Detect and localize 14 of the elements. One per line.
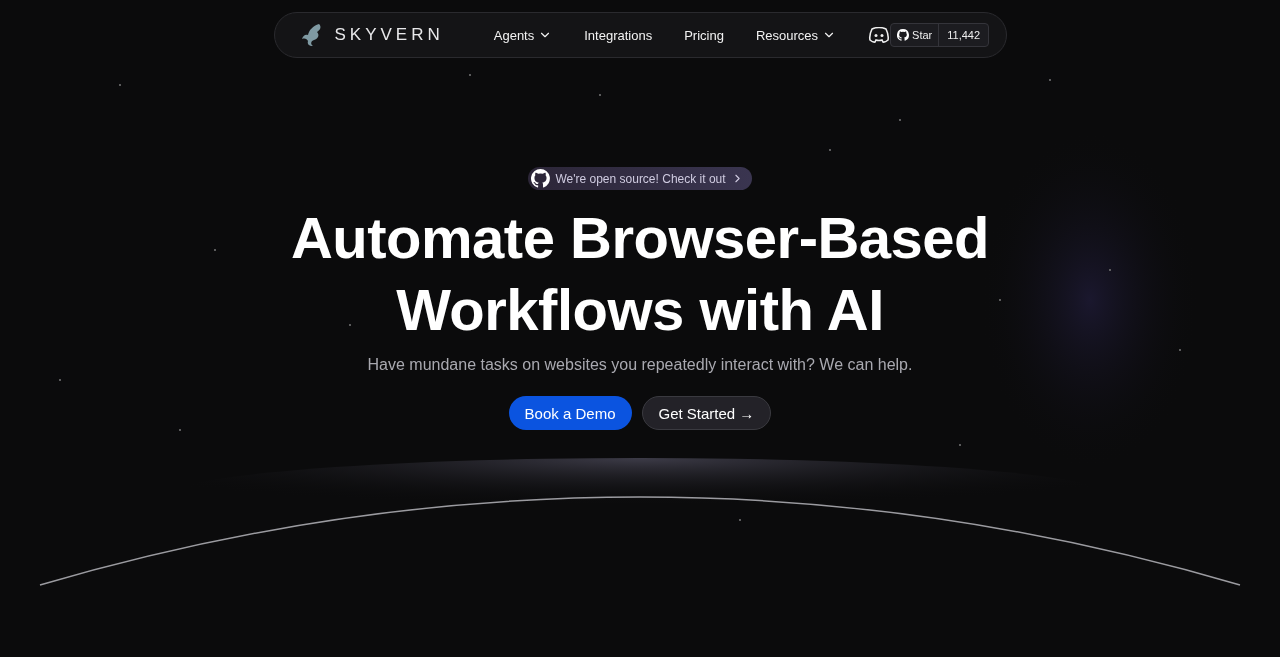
book-demo-button[interactable]: Book a Demo xyxy=(508,396,632,430)
brand-name[interactable]: SKYVERN xyxy=(334,25,444,45)
github-icon xyxy=(531,169,551,188)
nav-link[interactable]: Integrations xyxy=(584,27,653,43)
nav-link[interactable]: Agents xyxy=(493,27,553,43)
discord-icon[interactable] xyxy=(868,27,891,43)
subtitle: Have mundane tasks on websites you repeatedly interact with? We can help. xyxy=(367,356,913,374)
github-star-button[interactable]: Star 11,442 xyxy=(890,23,990,47)
github-icon xyxy=(897,29,910,41)
nav-link[interactable]: Pricing xyxy=(684,27,724,43)
open-source-badge[interactable]: We're open source! Check it out xyxy=(528,167,752,190)
nav-link[interactable]: Resources xyxy=(755,27,837,43)
headline: Automate Browser-Based Workflows with AI xyxy=(290,204,990,344)
get-started-button[interactable]: Get Started → xyxy=(641,396,772,430)
